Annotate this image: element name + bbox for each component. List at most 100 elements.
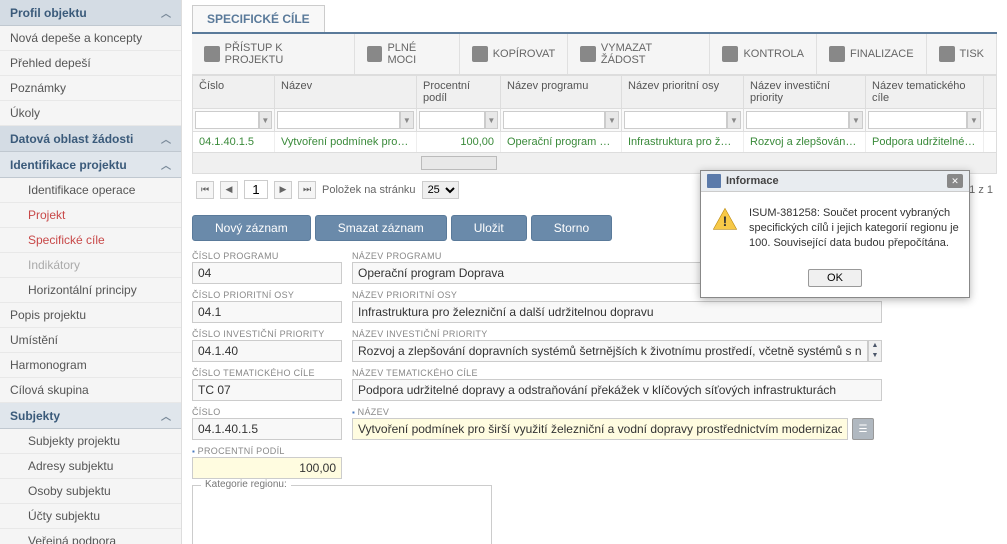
sidebar-item-subjekty-projektu[interactable]: Subjekty projektu: [0, 429, 181, 454]
dialog-ok-button[interactable]: OK: [808, 269, 862, 287]
pager-last[interactable]: ⏭: [298, 181, 316, 199]
sidebar-item-identifikace-operace[interactable]: Identifikace operace: [0, 178, 181, 203]
sidebar-item-osoby[interactable]: Osoby subjektu: [0, 479, 181, 504]
grid-filter-row: ▼ ▼ ▼ ▼ ▼ ▼ ▼: [193, 109, 996, 132]
input-nazev-osy[interactable]: [352, 301, 882, 323]
sidebar-item-umisteni[interactable]: Umístění: [0, 328, 181, 353]
input-cislo[interactable]: [192, 418, 342, 440]
toolbar-pristup[interactable]: PŘÍSTUP K PROJEKTU: [192, 34, 355, 74]
label-nazev: NÁZEV: [352, 407, 874, 417]
filter-icon[interactable]: ▼: [727, 111, 741, 129]
col-header-osa[interactable]: Název prioritní osy: [622, 76, 744, 108]
dialog-header[interactable]: Informace ✕: [701, 171, 969, 192]
cell-nazev: Vytvoření podmínek pro širší vy...: [275, 132, 417, 152]
grid-header-row: Číslo Název Procentní podíl Název progra…: [193, 76, 996, 109]
sidebar-item-projekt[interactable]: Projekt: [0, 203, 181, 228]
access-icon: [204, 46, 220, 62]
spinner-up-icon[interactable]: ▲: [869, 341, 881, 351]
ulozit-button[interactable]: Uložit: [451, 215, 527, 241]
sidebar-item-poznamky[interactable]: Poznámky: [0, 76, 181, 101]
filter-osa[interactable]: [624, 111, 727, 129]
novy-zaznam-button[interactable]: Nový záznam: [192, 215, 311, 241]
col-header-procent[interactable]: Procentní podíl: [417, 76, 501, 108]
filter-icon[interactable]: ▼: [485, 111, 498, 129]
sidebar-item-ucty[interactable]: Účty subjektu: [0, 504, 181, 529]
mail-icon: [367, 46, 383, 62]
spinner-down-icon[interactable]: ▼: [869, 351, 881, 361]
sidebar-item-nova-depese[interactable]: Nová depeše a koncepty: [0, 26, 181, 51]
smazat-zaznam-button[interactable]: Smazat záznam: [315, 215, 447, 241]
delete-icon: [580, 46, 596, 62]
cell-program: Operační program Doprava: [501, 132, 622, 152]
cell-tema: Podpora udržitelné dopra...: [866, 132, 984, 152]
spinner[interactable]: ▲▼: [868, 340, 882, 362]
sidebar-item-ukoly[interactable]: Úkoly: [0, 101, 181, 126]
filter-cislo[interactable]: [195, 111, 259, 129]
filter-invest[interactable]: [746, 111, 849, 129]
pager-next[interactable]: ▶: [274, 181, 292, 199]
sidebar-item-prehled-depesi[interactable]: Přehled depeší: [0, 51, 181, 76]
input-cislo-invest[interactable]: [192, 340, 342, 362]
pager-first[interactable]: ⏮: [196, 181, 214, 199]
sidebar-item-verejna[interactable]: Veřejná podpora: [0, 529, 181, 544]
tab-specificke-cile[interactable]: SPECIFICKÉ CÍLE: [192, 5, 325, 32]
input-cislo-osy[interactable]: [192, 301, 342, 323]
filter-icon[interactable]: ▼: [259, 111, 272, 129]
filter-nazev[interactable]: [277, 111, 400, 129]
toolbar-kopirovat[interactable]: KOPÍROVAT: [460, 34, 569, 74]
check-icon: [722, 46, 738, 62]
dialog-close-button[interactable]: ✕: [947, 174, 963, 188]
label-procent: PROCENTNÍ PODÍL: [192, 446, 342, 456]
filter-icon[interactable]: ▼: [967, 111, 981, 129]
col-header-program[interactable]: Název programu: [501, 76, 622, 108]
grid-data-row[interactable]: 04.1.40.1.5 Vytvoření podmínek pro širší…: [193, 132, 996, 152]
col-header-cislo[interactable]: Číslo: [193, 76, 275, 108]
toolbar-plne-moci[interactable]: PLNÉ MOCI: [355, 34, 460, 74]
filter-icon[interactable]: ▼: [400, 111, 414, 129]
sidebar-item-cilova[interactable]: Cílová skupina: [0, 378, 181, 403]
sidebar-section-subjekty[interactable]: Subjekty ︿: [0, 403, 181, 429]
sum-box: [421, 156, 497, 170]
sidebar-item-specificke-cile[interactable]: Specifické cíle: [0, 228, 181, 253]
col-header-nazev[interactable]: Název: [275, 76, 417, 108]
input-cislo-programu[interactable]: [192, 262, 342, 284]
sidebar-section-label: Subjekty: [10, 409, 60, 423]
cell-cislo: 04.1.40.1.5: [193, 132, 275, 152]
toolbar-tisk[interactable]: TISK: [927, 34, 997, 74]
chevron-up-icon: ︿: [161, 157, 171, 172]
storno-button[interactable]: Storno: [531, 215, 612, 241]
pager-prev[interactable]: ◀: [220, 181, 238, 199]
input-cislo-tema[interactable]: [192, 379, 342, 401]
sidebar-item-horizontalni[interactable]: Horizontální principy: [0, 278, 181, 303]
label-cislo-osy: ČÍSLO PRIORITNÍ OSY: [192, 290, 342, 300]
input-nazev-invest[interactable]: [352, 340, 868, 362]
input-nazev-tema[interactable]: [352, 379, 882, 401]
sidebar-item-indikatory[interactable]: Indikátory: [0, 253, 181, 278]
toolbar-kontrola[interactable]: KONTROLA: [710, 34, 817, 74]
kategorie-legend: Kategorie regionu:: [201, 479, 291, 490]
lookup-button[interactable]: ☰: [852, 418, 874, 440]
sidebar-section-profil[interactable]: Profil objektu ︿: [0, 0, 181, 26]
filter-program[interactable]: [503, 111, 605, 129]
sidebar-section-datova[interactable]: Datová oblast žádosti ︿: [0, 126, 181, 152]
kategorie-fieldset: Kategorie regionu:: [192, 485, 492, 544]
col-header-tema[interactable]: Název tematického cíle: [866, 76, 984, 108]
toolbar-finalizace[interactable]: FINALIZACE: [817, 34, 927, 74]
pager-per-select[interactable]: 25: [422, 181, 459, 199]
input-nazev[interactable]: [352, 418, 848, 440]
filter-icon[interactable]: ▼: [605, 111, 619, 129]
col-header-invest[interactable]: Název investiční priority: [744, 76, 866, 108]
filter-procent[interactable]: [419, 111, 485, 129]
info-icon: [707, 174, 721, 188]
pager-page-input[interactable]: [244, 180, 268, 199]
sidebar-item-harmonogram[interactable]: Harmonogram: [0, 353, 181, 378]
toolbar-vymazat[interactable]: VYMAZAT ŽÁDOST: [568, 34, 710, 74]
sidebar-item-popis[interactable]: Popis projektu: [0, 303, 181, 328]
cell-invest: Rozvoj a zlepšování dopr...: [744, 132, 866, 152]
sidebar-item-adresy[interactable]: Adresy subjektu: [0, 454, 181, 479]
input-procent[interactable]: [192, 457, 342, 479]
filter-tema[interactable]: [868, 111, 967, 129]
filter-icon[interactable]: ▼: [849, 111, 863, 129]
label-cislo-programu: ČÍSLO PROGRAMU: [192, 251, 342, 261]
sidebar-section-identifikace[interactable]: Identifikace projektu ︿: [0, 152, 181, 178]
